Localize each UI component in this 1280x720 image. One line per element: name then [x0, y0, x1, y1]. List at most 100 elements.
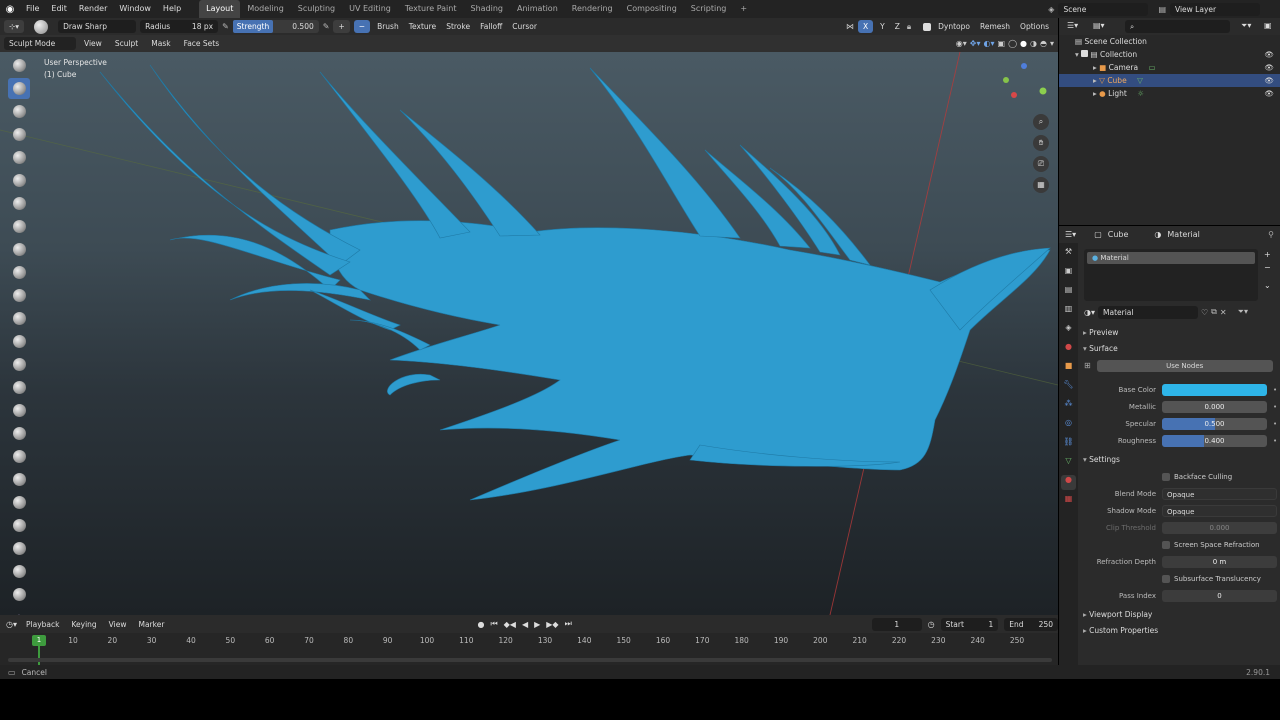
tool-slide-relax[interactable] — [8, 561, 30, 582]
timeline-scrollbar[interactable] — [8, 658, 1052, 662]
blend-mode-dropdown[interactable]: Opaque — [1162, 487, 1277, 500]
tool-crease[interactable] — [8, 239, 30, 260]
pass-index-field[interactable]: 0 — [1162, 589, 1277, 602]
camera-visibility-eye-icon[interactable]: 👁︎ — [1264, 61, 1274, 74]
preview-section[interactable]: ▸ Preview — [1078, 325, 1280, 341]
tool-multiplane-scrape[interactable] — [8, 354, 30, 375]
falloff-menu[interactable]: Falloff — [477, 22, 505, 31]
tool-clay[interactable] — [8, 101, 30, 122]
tab-shading[interactable]: Shading — [463, 0, 510, 18]
strength-pressure-icon[interactable]: ✎ — [323, 22, 330, 31]
radius-field[interactable]: Radius 18 px — [140, 20, 219, 33]
zoom-icon[interactable]: ⌕ — [1033, 114, 1049, 130]
base-color-swatch[interactable] — [1162, 383, 1267, 396]
current-frame-field[interactable]: 1 — [871, 617, 922, 631]
options-menu[interactable]: Options — [1017, 22, 1052, 31]
collection-checkbox[interactable] — [1081, 50, 1089, 57]
face-sets-menu[interactable]: Face Sets — [179, 37, 225, 50]
sculpt-mode-dropdown[interactable]: Sculpt Mode — [4, 37, 76, 50]
view-layer-tab-icon[interactable]: ▥ — [1061, 304, 1076, 319]
strength-field[interactable]: Strength 0.500 — [232, 20, 319, 33]
material-name-field[interactable]: Material — [1098, 305, 1198, 319]
dyntopo-menu[interactable]: Dyntopo — [935, 22, 973, 31]
render-tab-icon[interactable]: ▣ — [1061, 266, 1076, 281]
tab-layout[interactable]: Layout — [199, 0, 241, 18]
direction-add-button[interactable]: + — [333, 20, 350, 33]
object-visibility-icon[interactable]: ◉▾ — [956, 39, 967, 48]
mask-menu[interactable]: Mask — [146, 37, 175, 50]
settings-section[interactable]: ▾ Settings — [1078, 452, 1280, 468]
tab-texture-paint[interactable]: Texture Paint — [398, 0, 464, 18]
menu-help[interactable]: Help — [157, 0, 187, 18]
xray-icon[interactable]: ▣ — [998, 39, 1006, 48]
texture-menu[interactable]: Texture — [406, 22, 439, 31]
particles-tab-icon[interactable]: ⁂ — [1061, 399, 1076, 414]
add-workspace-button[interactable]: + — [733, 0, 754, 18]
physics-tab-icon[interactable]: ◎ — [1061, 418, 1076, 433]
duplicate-material-icon[interactable]: ⧉ — [1211, 307, 1217, 317]
tool-blob[interactable] — [8, 216, 30, 237]
roughness-slider[interactable]: 0.400 — [1162, 434, 1267, 447]
shading-options-icon[interactable]: ▾ — [1050, 39, 1054, 48]
tool-pose[interactable] — [8, 492, 30, 513]
pan-hand-icon[interactable]: ✋︎ — [1033, 135, 1049, 151]
tool-scrape[interactable] — [8, 331, 30, 352]
tab-animation[interactable]: Animation — [510, 0, 565, 18]
sculpt-menu[interactable]: Sculpt — [110, 37, 143, 50]
symmetry-icon[interactable]: ⋈ — [846, 22, 854, 31]
output-tab-icon[interactable]: ▤ — [1061, 285, 1076, 300]
view-layer-field[interactable]: View Layer — [1170, 2, 1260, 16]
brush-menu[interactable]: Brush — [374, 22, 402, 31]
backface-culling-row[interactable]: Backface Culling — [1078, 468, 1280, 485]
add-slot-button[interactable]: + — [1264, 250, 1271, 259]
material-slot[interactable]: ● Material — [1087, 252, 1255, 264]
play-icon[interactable]: ▶ — [534, 620, 540, 629]
view-menu[interactable]: View — [79, 37, 107, 50]
outliner-row-scene-collection[interactable]: ▤ Scene Collection — [1059, 35, 1280, 48]
use-nodes-button[interactable]: Use Nodes — [1096, 359, 1273, 372]
tool-nudge[interactable] — [8, 515, 30, 536]
display-mode-icon[interactable]: ▤▾ — [1093, 21, 1105, 30]
tool-pinch[interactable] — [8, 377, 30, 398]
tab-scripting[interactable]: Scripting — [684, 0, 734, 18]
ortho-grid-icon[interactable]: ▦ — [1033, 177, 1049, 193]
record-icon[interactable]: ● — [477, 620, 484, 629]
keying-menu[interactable]: Keying — [68, 620, 99, 629]
symmetry-z-button[interactable]: Z — [892, 22, 903, 31]
outliner-row-cube[interactable]: ▸ ▽ Cube ▽ 👁︎ — [1059, 74, 1280, 87]
menu-render[interactable]: Render — [73, 0, 113, 18]
pin-icon[interactable]: ⚲ — [1268, 230, 1274, 239]
jump-start-icon[interactable]: ⏮ — [490, 619, 497, 629]
tool-rotate[interactable] — [8, 538, 30, 559]
brush-preview-icon[interactable] — [34, 19, 49, 34]
tool-inflate[interactable] — [8, 193, 30, 214]
scene-icon[interactable]: ◈ — [1048, 5, 1054, 14]
tool-smooth[interactable] — [8, 262, 30, 283]
menu-file[interactable]: File — [20, 0, 45, 18]
tab-modeling[interactable]: Modeling — [240, 0, 290, 18]
outliner-editor-icon[interactable]: ☰▾ — [1067, 21, 1078, 30]
filter-icon[interactable]: ⏷▾ — [1241, 21, 1251, 31]
brush-name-field[interactable]: Draw Sharp — [58, 20, 137, 33]
frame-start-field[interactable]: Start 1 — [940, 617, 999, 631]
blender-logo-icon[interactable]: ◉ — [0, 4, 20, 15]
outliner-row-light[interactable]: ▸ ● Light ☼ 👁︎ — [1059, 87, 1280, 100]
collection-visibility-eye-icon[interactable]: 👁︎ — [1264, 48, 1274, 61]
scene-field[interactable]: Scene — [1058, 2, 1149, 16]
metallic-dot-icon[interactable]: • — [1273, 403, 1277, 411]
backface-culling-checkbox[interactable] — [1162, 472, 1170, 481]
tool-draw[interactable] — [8, 55, 30, 76]
next-keyframe-icon[interactable]: ▶◆ — [546, 620, 558, 629]
tool-elastic-deform[interactable] — [8, 423, 30, 444]
tool-layer[interactable] — [8, 170, 30, 191]
jump-end-icon[interactable]: ⏭ — [565, 619, 572, 629]
symmetry-y-button[interactable]: Y — [877, 22, 888, 31]
timeline[interactable]: 10 20 30 40 50 60 70 80 90 100 110 120 130 140 150 160 1… — [0, 633, 1058, 665]
camera-view-icon[interactable]: ⎚ — [1033, 156, 1049, 172]
object-tab-icon[interactable]: ■ — [1061, 361, 1076, 376]
editor-type-button[interactable]: ⊹▾ — [4, 20, 25, 33]
tool-thumb[interactable] — [8, 469, 30, 490]
frame-end-field[interactable]: End 250 — [1004, 617, 1058, 631]
cursor-menu[interactable]: Cursor — [509, 22, 540, 31]
symmetry-x-button[interactable]: X — [857, 20, 874, 33]
